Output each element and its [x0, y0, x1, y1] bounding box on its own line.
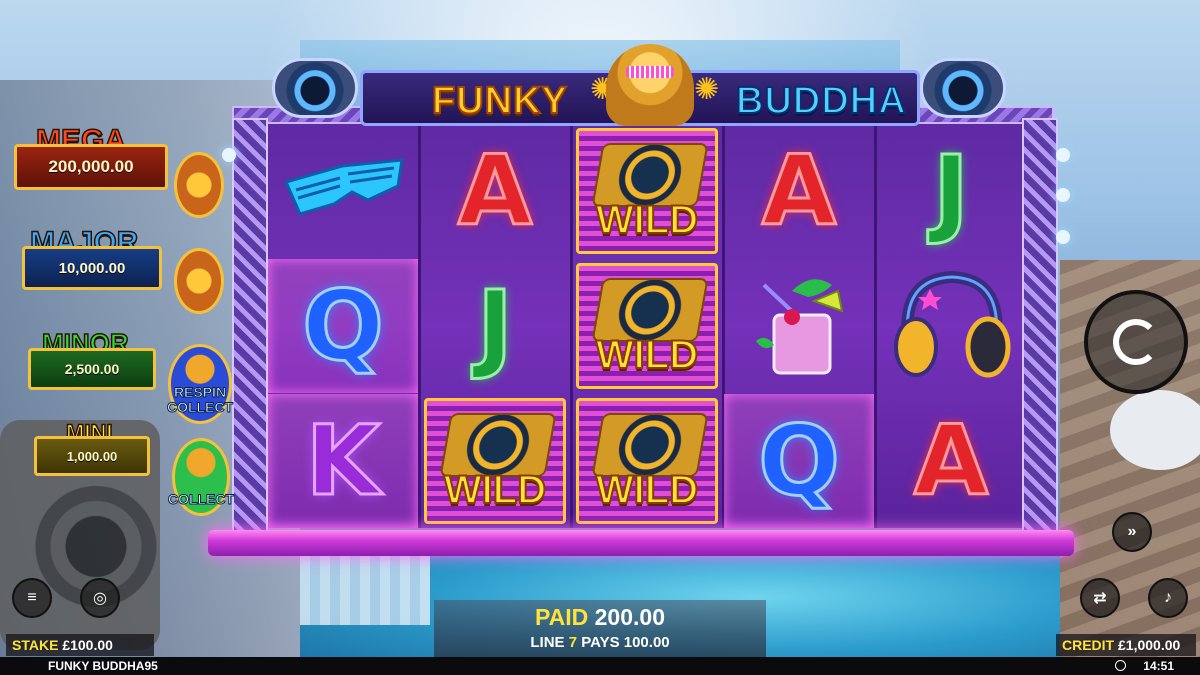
q-symbol: Q — [301, 269, 386, 384]
stake-value: £100.00 — [62, 637, 113, 653]
speaker-icon-right — [920, 58, 1006, 118]
wild-label: WILD — [595, 467, 699, 513]
spin-button[interactable] — [1084, 290, 1188, 394]
turbo-button[interactable]: » — [1112, 512, 1152, 552]
clock: 14:51 — [1143, 659, 1174, 673]
clock-icon — [1115, 660, 1126, 671]
status-bar: FUNKY BUDDHA95 14:51 — [0, 657, 1200, 675]
jackpot-value: 1,000.00 — [34, 436, 150, 476]
reel-cell: WILD — [572, 394, 722, 528]
reel-area: Q K A J WILD WILD WILD WILD A Q J A — [268, 124, 1022, 528]
wild-label: WILD — [595, 197, 699, 243]
a-symbol: A — [760, 134, 837, 249]
j-symbol: J — [932, 134, 971, 249]
reel-1: Q K — [268, 124, 418, 528]
reel-3: WILD WILD WILD — [572, 124, 722, 528]
wild-label: WILD — [595, 332, 699, 378]
autoplay-button[interactable]: ⇄ — [1080, 578, 1120, 618]
reel-cell: A — [420, 124, 570, 258]
paid-label: PAID — [535, 604, 589, 630]
reel-cell: Q — [724, 394, 874, 528]
sound-button[interactable]: ♪ — [1148, 578, 1188, 618]
truss-left — [232, 118, 268, 538]
shades-symbol-icon — [283, 158, 404, 216]
wild-label: WILD — [443, 467, 547, 513]
k-symbol: K — [304, 404, 381, 519]
reel-4: A Q — [724, 124, 874, 528]
credit-label: CREDIT — [1062, 637, 1115, 653]
credit-display: CREDIT £1,000.00 — [1056, 634, 1196, 656]
credit-value: £1,000.00 — [1118, 637, 1181, 653]
chained-buddha-icon — [174, 248, 224, 314]
logo-buddha: BUDDHA — [735, 79, 907, 123]
buddha-icon — [606, 44, 694, 126]
reel-cell: K — [268, 394, 418, 528]
wild-symbol: WILD — [576, 398, 718, 524]
line-label: LINE — [530, 634, 565, 651]
respin-collect-icon: RESPIN COLLECT — [166, 344, 234, 424]
background-pool-tiles — [300, 545, 430, 625]
win-panel: PAID 200.00 LINE 7 PAYS 100.00 — [434, 600, 766, 658]
a-symbol: A — [912, 404, 989, 519]
menu-icon: ≡ — [27, 589, 37, 606]
background-table — [1110, 390, 1200, 470]
reel-cell: WILD — [572, 259, 722, 393]
game-title: FUNKY BUDDHA95 — [48, 659, 158, 673]
reel-cell: J — [876, 124, 1026, 258]
jackpot-value: 200,000.00 — [14, 144, 168, 190]
j-symbol: J — [476, 269, 515, 384]
speaker-icon: ♪ — [1164, 589, 1172, 606]
menu-button[interactable]: ≡ — [12, 578, 52, 618]
reel-cell — [876, 259, 1026, 393]
jackpot-value: 2,500.00 — [28, 348, 156, 390]
jackpot-value: 10,000.00 — [22, 246, 162, 290]
logo-funky: FUNKY — [431, 79, 568, 123]
reel-cell — [724, 259, 874, 393]
a-symbol: A — [456, 134, 533, 249]
stage-light — [1056, 188, 1070, 202]
autoplay-icon: ⇄ — [1093, 590, 1107, 607]
stage-light — [222, 148, 236, 162]
q-symbol: Q — [757, 404, 842, 519]
reel-cell: A — [724, 124, 874, 258]
palm-icon: ✺ — [694, 73, 720, 106]
wild-symbol: WILD — [576, 263, 718, 389]
pays-label: PAYS — [581, 634, 620, 651]
stage-light — [1056, 148, 1070, 162]
truss-right — [1022, 118, 1058, 538]
reel-cell — [268, 124, 418, 258]
coins-icon: ◎ — [93, 590, 107, 607]
reel-2: A J WILD — [420, 124, 570, 528]
reel-cell: WILD — [572, 124, 722, 258]
cocktail-symbol-icon — [756, 279, 844, 375]
collect-icon: COLLECT — [167, 438, 235, 516]
fast-forward-icon: » — [1127, 523, 1137, 540]
reel-cell: A — [876, 394, 1026, 528]
pays-value: 100.00 — [623, 634, 670, 651]
stage-light — [1056, 230, 1070, 244]
reel-cell: WILD — [420, 394, 570, 528]
stake-label: STAKE — [12, 637, 59, 653]
reel-cell: J — [420, 259, 570, 393]
reel-5: J A — [876, 124, 1026, 528]
chained-buddha-icon — [174, 152, 224, 218]
headphones-symbol-icon — [894, 270, 1011, 378]
line-number: 7 — [568, 634, 578, 651]
speaker-icon-left — [272, 58, 358, 118]
wild-symbol: WILD — [424, 398, 566, 524]
wild-symbol: WILD — [576, 128, 718, 254]
bet-button[interactable]: ◎ — [80, 578, 120, 618]
paid-value: 200.00 — [594, 604, 665, 630]
spin-arrow-icon — [1113, 319, 1159, 365]
stake-display[interactable]: STAKE £100.00 — [6, 634, 154, 656]
stage-floor — [208, 530, 1074, 556]
reel-cell: Q — [268, 259, 418, 393]
